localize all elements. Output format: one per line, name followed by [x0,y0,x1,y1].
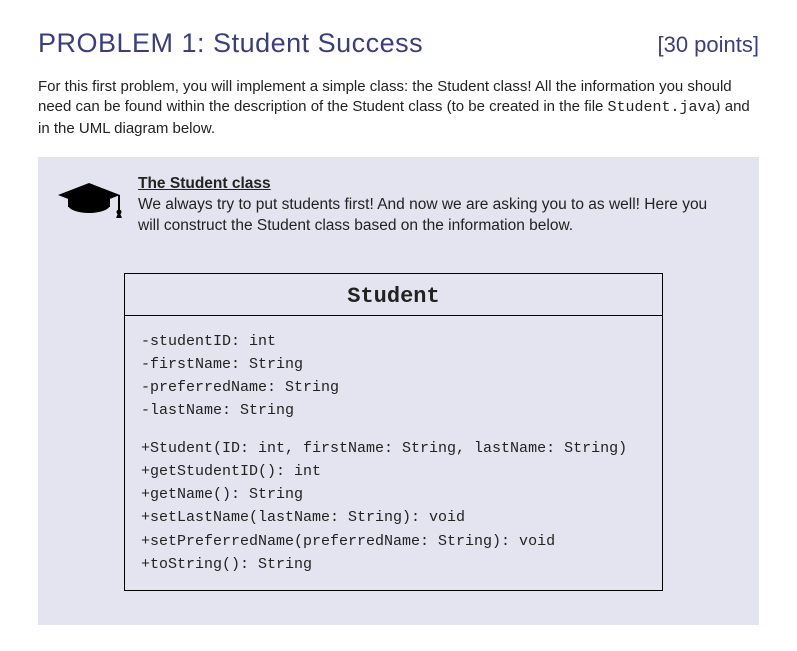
panel-heading: The Student class [138,175,731,193]
uml-method: +setPreferredName(preferredName: String)… [141,530,646,553]
points-label: [30 points] [657,32,759,58]
panel-description: We always try to put students first! And… [138,195,731,237]
uml-diagram: Student -studentID: int-firstName: Strin… [124,273,663,592]
uml-method: +Student(ID: int, firstName: String, las… [141,437,646,460]
uml-field: -firstName: String [141,353,646,376]
uml-field: -lastName: String [141,399,646,422]
panel-top: The Student class We always try to put s… [56,175,731,237]
uml-field: -preferredName: String [141,376,646,399]
intro-paragraph: For this first problem, you will impleme… [38,77,759,139]
uml-body: -studentID: int-firstName: String-prefer… [125,316,662,591]
document-page: PROBLEM 1: Student Success [30 points] F… [0,0,797,635]
uml-method: +getStudentID(): int [141,460,646,483]
uml-method: +setLastName(lastName: String): void [141,506,646,529]
problem-title: PROBLEM 1: Student Success [38,28,423,59]
uml-class-name: Student [125,274,662,316]
panel-text: The Student class We always try to put s… [138,175,731,237]
uml-separator-gap [141,423,646,437]
uml-method: +toString(): String [141,553,646,576]
uml-method: +getName(): String [141,483,646,506]
graduation-cap-icon [56,181,122,224]
info-panel: The Student class We always try to put s… [38,157,759,625]
uml-field: -studentID: int [141,330,646,353]
filename-code: Student.java [608,99,716,116]
header-row: PROBLEM 1: Student Success [30 points] [38,28,759,59]
